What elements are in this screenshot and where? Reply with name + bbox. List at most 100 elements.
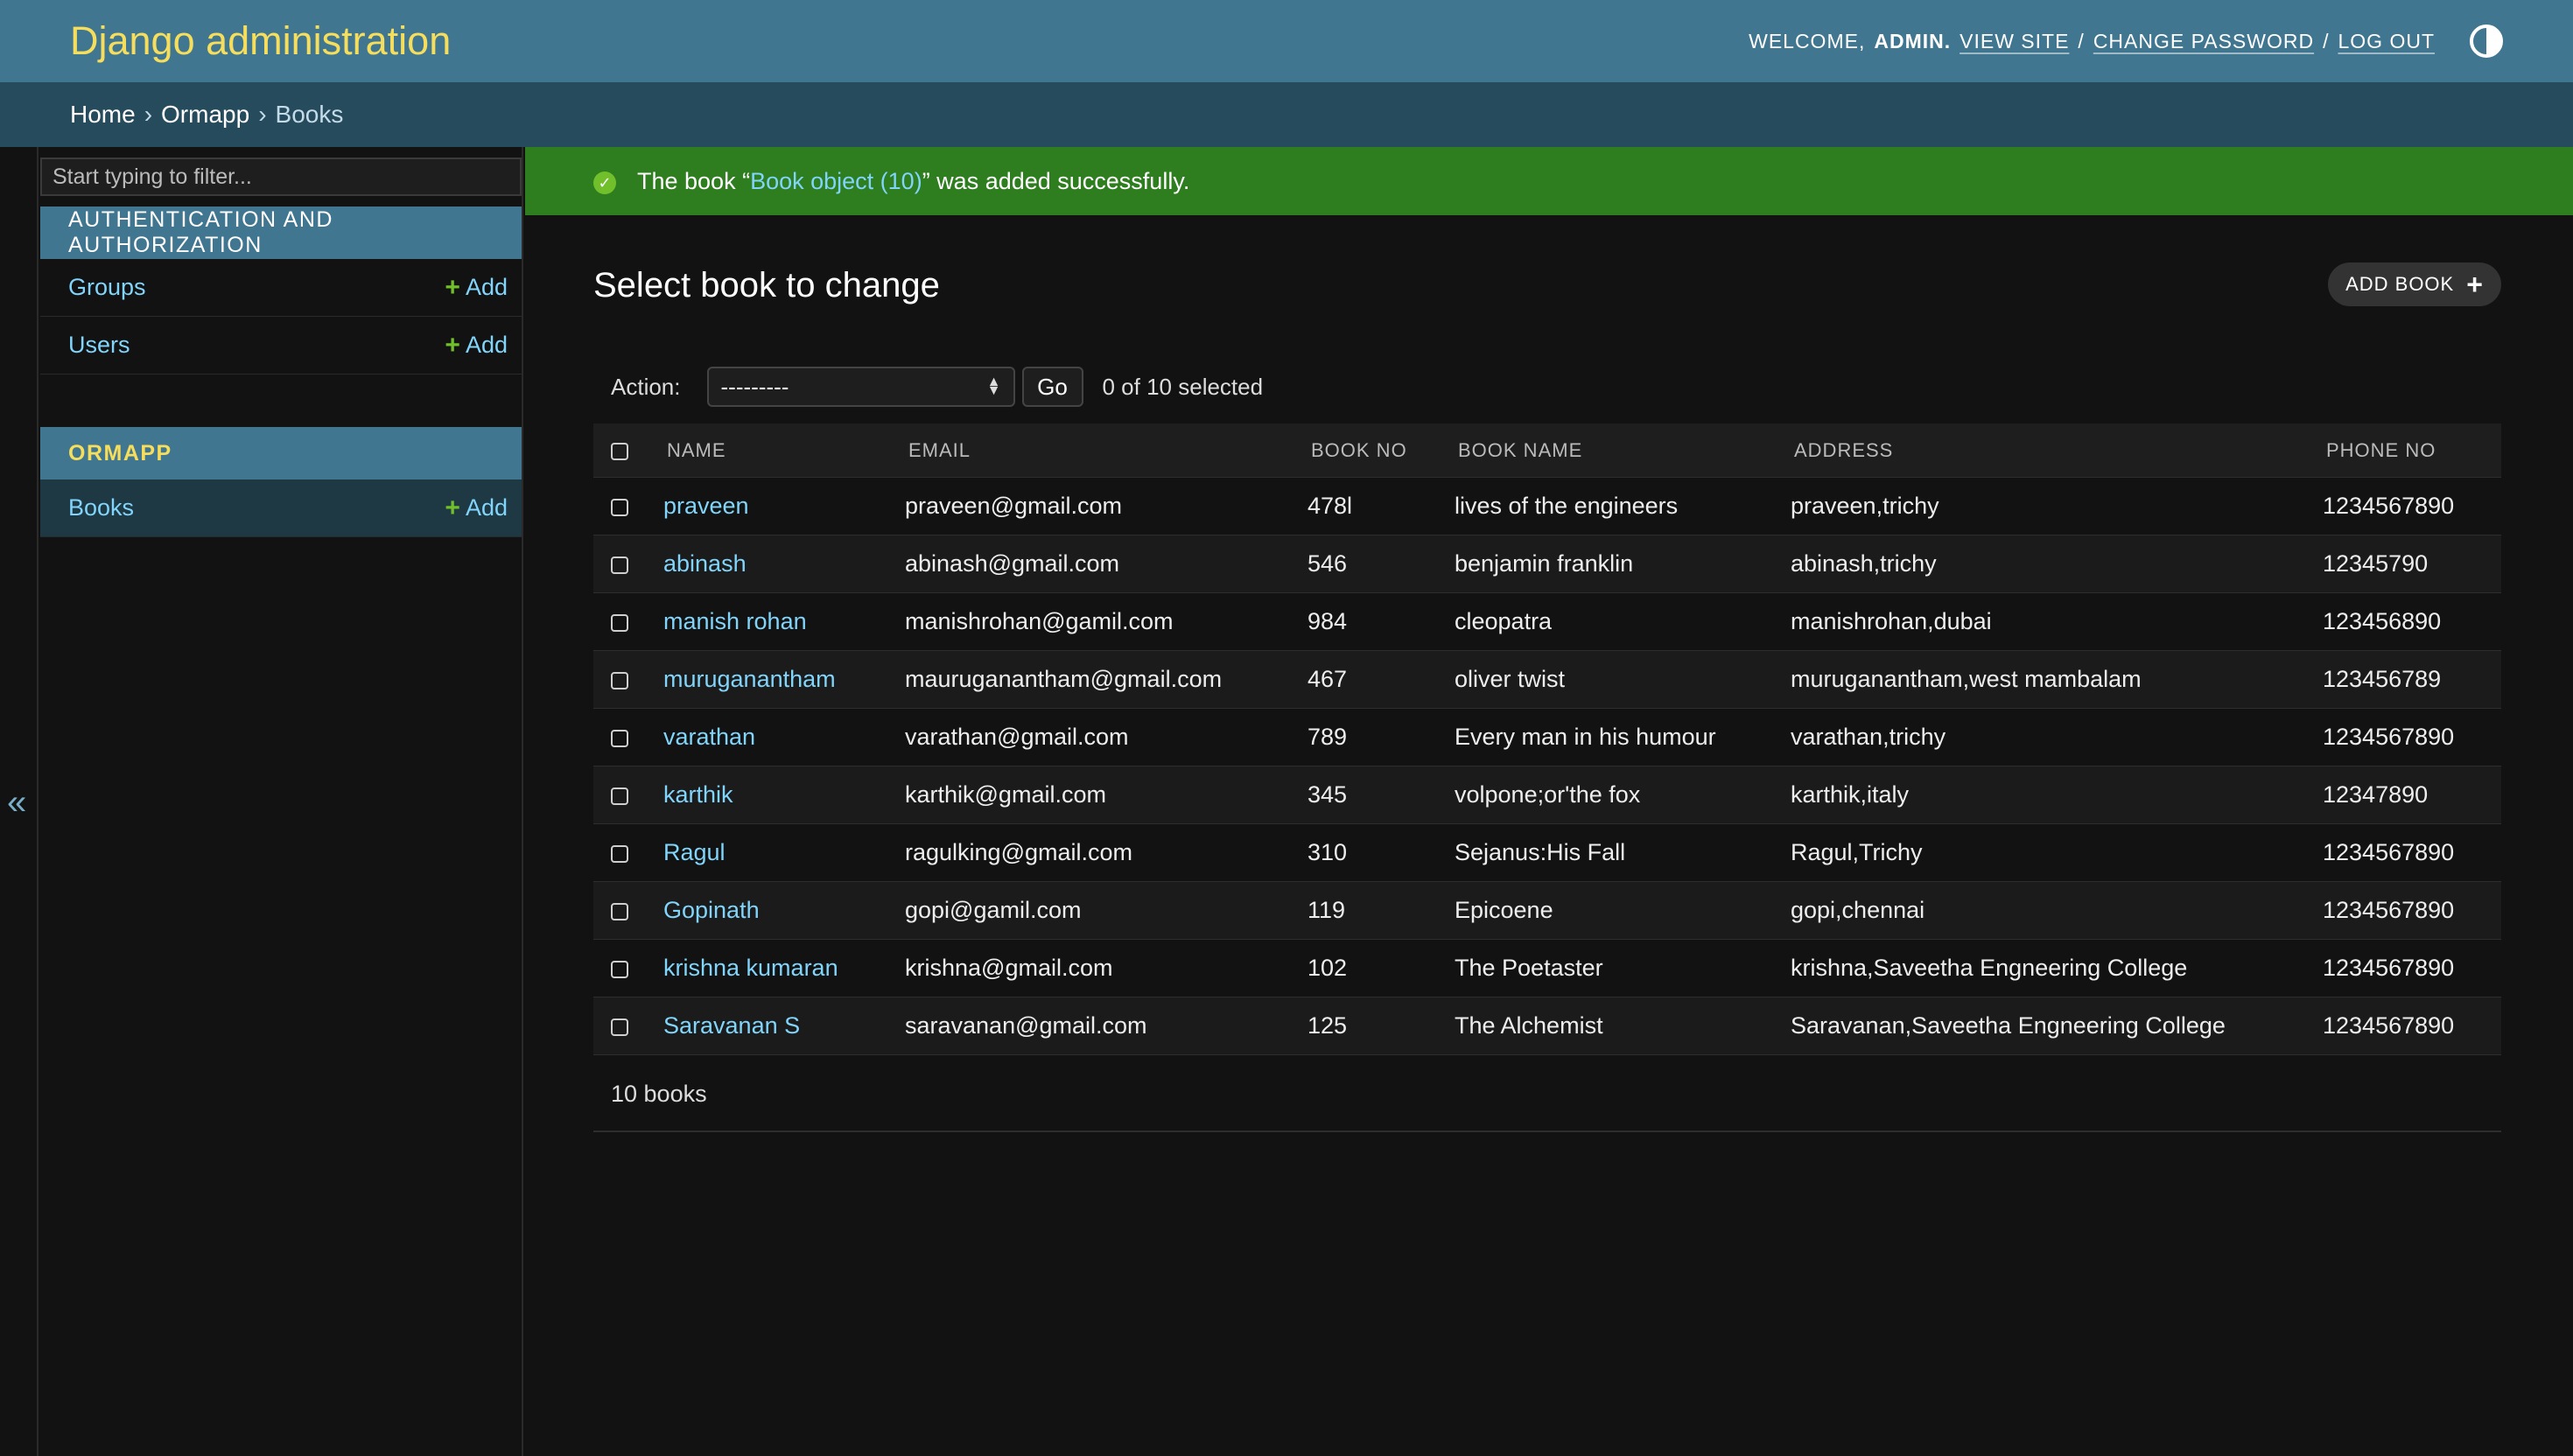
table-row: praveen praveen@gmail.com 478l lives of the… <box>593 478 2501 536</box>
row-name-link[interactable]: Saravanan S <box>663 1012 800 1039</box>
select-all-checkbox[interactable] <box>611 442 628 460</box>
cell-address: manishrohan,dubai <box>1791 608 1992 634</box>
table-row: muruganantham mauruganantham@gmail.com 467… <box>593 651 2501 709</box>
cell-book-name: cleopatra <box>1455 608 1553 634</box>
row-checkbox[interactable] <box>611 787 628 805</box>
add-group-link[interactable]: + Add <box>445 273 508 303</box>
plus-icon: + <box>445 493 460 522</box>
column-header-email[interactable]: EMAIL <box>905 439 1308 462</box>
plus-icon: + <box>445 330 460 360</box>
row-name-link[interactable]: praveen <box>663 493 749 519</box>
row-checkbox[interactable] <box>611 556 628 574</box>
sidebar-item-users-link[interactable]: Users <box>68 332 130 359</box>
cell-email: varathan@gmail.com <box>905 724 1129 750</box>
row-checkbox[interactable] <box>611 1018 628 1036</box>
sidebar-item-books: Books + Add <box>40 480 522 537</box>
row-name-link[interactable]: krishna kumaran <box>663 955 838 981</box>
cell-name: muruganantham <box>663 666 905 693</box>
app-caption-ormapp[interactable]: ORMAPP <box>40 427 522 480</box>
cell-address: krishna,Saveetha Engneering College <box>1791 955 2188 981</box>
table-row: abinash abinash@gmail.com 546 benjamin fran… <box>593 536 2501 593</box>
cell-phone-no: 12345790 <box>2323 550 2429 577</box>
breadcrumb-app[interactable]: Ormapp <box>161 101 249 129</box>
sidebar-item-books-link[interactable]: Books <box>68 494 134 522</box>
action-select-value: --------- <box>720 373 789 400</box>
row-checkbox[interactable] <box>611 613 628 632</box>
column-header-book-name[interactable]: BOOK NAME <box>1455 439 1791 462</box>
row-name-link[interactable]: abinash <box>663 550 747 577</box>
table-row: karthik karthik@gmail.com 345 volpone;or'th… <box>593 766 2501 824</box>
row-checkbox[interactable] <box>611 729 628 747</box>
go-button[interactable]: Go <box>1021 367 1083 407</box>
cell-name: abinash <box>663 550 905 578</box>
cell-name: praveen <box>663 493 905 520</box>
row-select-cell <box>593 666 663 693</box>
collapse-sidebar-icon[interactable]: « <box>7 783 26 822</box>
check-circle-icon: ✓ <box>593 172 616 194</box>
welcome-text: WELCOME, <box>1749 29 1866 52</box>
cell-email: abinash@gmail.com <box>905 550 1120 577</box>
cell-email: praveen@gmail.com <box>905 493 1123 519</box>
column-header-book-no[interactable]: BOOK NO <box>1308 439 1455 462</box>
cell-address: muruganantham,west mambalam <box>1791 666 2142 692</box>
row-checkbox[interactable] <box>611 671 628 690</box>
sidebar-item-users: Users + Add <box>40 317 522 374</box>
sidebar-item-groups-link[interactable]: Groups <box>68 274 146 301</box>
cell-phone-no: 1234567890 <box>2323 724 2455 750</box>
row-select-cell <box>593 955 663 982</box>
cell-phone-no: 123456890 <box>2323 608 2442 634</box>
change-password-link[interactable]: CHANGE PASSWORD <box>2093 30 2314 53</box>
cell-book-name: oliver twist <box>1455 666 1566 692</box>
cell-phone-no: 1234567890 <box>2323 897 2455 923</box>
cell-name: varathan <box>663 724 905 751</box>
theme-toggle-icon[interactable] <box>2470 24 2503 58</box>
cell-book-name: Every man in his humour <box>1455 724 1716 750</box>
row-checkbox[interactable] <box>611 902 628 920</box>
breadcrumb-home[interactable]: Home <box>70 101 136 129</box>
view-site-link[interactable]: VIEW SITE <box>1960 30 2069 53</box>
add-label: Add <box>465 274 508 300</box>
row-name-link[interactable]: karthik <box>663 781 733 808</box>
add-book-button[interactable]: ADD BOOK + <box>2328 262 2501 306</box>
cell-book-name: lives of the engineers <box>1455 493 1679 519</box>
message-prefix: The book “ <box>637 167 751 194</box>
column-header-name[interactable]: NAME <box>663 439 905 462</box>
user-tools: WELCOME, ADMIN. VIEW SITE / CHANGE PASSW… <box>1749 24 2503 58</box>
separator: / <box>2078 29 2085 52</box>
row-name-link[interactable]: manish rohan <box>663 608 807 634</box>
row-name-link[interactable]: Ragul <box>663 839 726 865</box>
cell-book-no: 102 <box>1308 955 1348 981</box>
breadcrumb-separator: › <box>258 101 267 128</box>
column-header-phone-no[interactable]: PHONE NO <box>2323 439 2501 462</box>
result-list-table: NAME EMAIL BOOK NO BOOK NAME ADDRESS PHO… <box>593 424 2501 1055</box>
table-row: krishna kumaran krishna@gmail.com 102 The P… <box>593 940 2501 998</box>
row-select-cell <box>593 724 663 751</box>
add-user-link[interactable]: + Add <box>445 331 508 360</box>
nav-filter-input[interactable] <box>40 158 522 196</box>
nav-sidebar: AUTHENTICATION AND AUTHORIZATION Groups … <box>40 147 523 1456</box>
app-caption-auth[interactable]: AUTHENTICATION AND AUTHORIZATION <box>40 206 522 259</box>
cell-address: abinash,trichy <box>1791 550 1937 577</box>
row-checkbox[interactable] <box>611 960 628 978</box>
row-checkbox[interactable] <box>611 498 628 516</box>
message-suffix: ” was added successfully. <box>922 167 1190 194</box>
add-book-link[interactable]: + Add <box>445 494 508 523</box>
row-name-link[interactable]: Gopinath <box>663 897 760 923</box>
row-name-link[interactable]: varathan <box>663 724 755 750</box>
actions-bar: Action: --------- ▲ ▼ Go 0 of 10 selected <box>593 362 2501 411</box>
row-checkbox[interactable] <box>611 844 628 863</box>
message-object-link[interactable]: Book object (10) <box>750 168 922 194</box>
select-arrows-icon: ▲ ▼ <box>986 374 1001 398</box>
row-select-cell <box>593 1012 663 1040</box>
action-label: Action: <box>611 373 681 400</box>
site-branding[interactable]: Django administration <box>70 18 451 64</box>
breadcrumb: Home › Ormapp › Books <box>0 82 2573 147</box>
cell-book-no: 478l <box>1308 493 1353 519</box>
cell-name: Gopinath <box>663 897 905 924</box>
cell-book-name: Sejanus:His Fall <box>1455 839 1626 865</box>
action-select[interactable]: --------- ▲ ▼ <box>706 367 1015 407</box>
column-header-address[interactable]: ADDRESS <box>1791 439 2323 462</box>
log-out-link[interactable]: LOG OUT <box>2338 30 2435 53</box>
row-name-link[interactable]: muruganantham <box>663 666 836 692</box>
row-select-cell <box>593 781 663 808</box>
